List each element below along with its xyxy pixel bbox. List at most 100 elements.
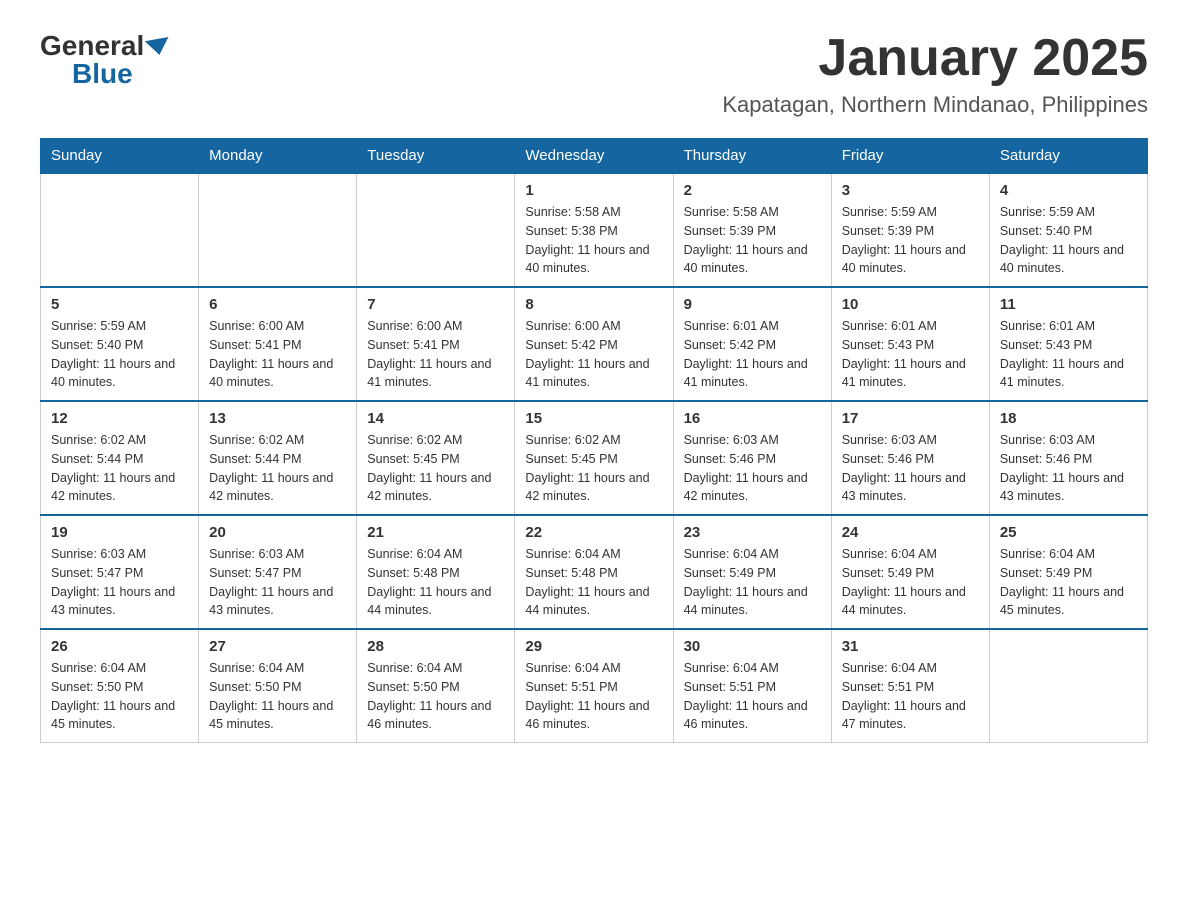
calendar-day-14: 14 Sunrise: 6:02 AMSunset: 5:45 PMDayligh… <box>357 401 515 515</box>
calendar-day-27: 27 Sunrise: 6:04 AMSunset: 5:50 PMDayligh… <box>199 629 357 743</box>
day-info: Sunrise: 5:59 AMSunset: 5:40 PMDaylight:… <box>51 317 188 392</box>
location-title: Kapatagan, Northern Mindanao, Philippine… <box>722 92 1148 118</box>
day-info: Sunrise: 6:03 AMSunset: 5:46 PMDaylight:… <box>1000 431 1137 506</box>
day-info: Sunrise: 6:04 AMSunset: 5:49 PMDaylight:… <box>684 545 821 620</box>
weekday-header-monday: Monday <box>199 139 357 174</box>
calendar-day-10: 10 Sunrise: 6:01 AMSunset: 5:43 PMDayligh… <box>831 287 989 401</box>
day-info: Sunrise: 6:04 AMSunset: 5:51 PMDaylight:… <box>525 659 662 734</box>
day-number: 1 <box>525 182 662 199</box>
day-number: 27 <box>209 638 346 655</box>
calendar-day-3: 3Sunrise: 5:59 AMSunset: 5:39 PMDaylight… <box>831 173 989 287</box>
day-info: Sunrise: 6:03 AMSunset: 5:47 PMDaylight:… <box>51 545 188 620</box>
calendar-table: SundayMondayTuesdayWednesdayThursdayFrid… <box>40 138 1148 743</box>
calendar-week-row: 19 Sunrise: 6:03 AMSunset: 5:47 PMDayligh… <box>41 515 1148 629</box>
calendar-day-31: 31 Sunrise: 6:04 AMSunset: 5:51 PMDayligh… <box>831 629 989 743</box>
calendar-day-17: 17Sunrise: 6:03 AMSunset: 5:46 PMDayligh… <box>831 401 989 515</box>
day-info: Sunrise: 6:04 AMSunset: 5:51 PMDaylight:… <box>684 659 821 734</box>
day-number: 14 <box>367 410 504 427</box>
day-info: Sunrise: 6:02 AMSunset: 5:44 PMDaylight:… <box>209 431 346 506</box>
day-number: 22 <box>525 524 662 541</box>
day-number: 31 <box>842 638 979 655</box>
calendar-day-15: 15 Sunrise: 6:02 AMSunset: 5:45 PMDayligh… <box>515 401 673 515</box>
day-number: 5 <box>51 296 188 313</box>
day-number: 11 <box>1000 296 1137 313</box>
calendar-day-12: 12Sunrise: 6:02 AMSunset: 5:44 PMDayligh… <box>41 401 199 515</box>
day-info: Sunrise: 6:01 AMSunset: 5:43 PMDaylight:… <box>1000 317 1137 392</box>
day-info: Sunrise: 6:04 AMSunset: 5:50 PMDaylight:… <box>209 659 346 734</box>
day-number: 20 <box>209 524 346 541</box>
day-info: Sunrise: 6:03 AMSunset: 5:47 PMDaylight:… <box>209 545 346 620</box>
calendar-empty-cell <box>41 173 199 287</box>
day-number: 25 <box>1000 524 1137 541</box>
calendar-day-9: 9 Sunrise: 6:01 AMSunset: 5:42 PMDaylight… <box>673 287 831 401</box>
day-number: 23 <box>684 524 821 541</box>
day-info: Sunrise: 6:03 AMSunset: 5:46 PMDaylight:… <box>684 431 821 506</box>
calendar-empty-cell <box>357 173 515 287</box>
logo-triangle-icon <box>145 37 171 57</box>
day-info: Sunrise: 6:04 AMSunset: 5:51 PMDaylight:… <box>842 659 979 734</box>
logo: General Blue <box>40 30 170 90</box>
calendar-header-row: SundayMondayTuesdayWednesdayThursdayFrid… <box>41 139 1148 174</box>
day-number: 2 <box>684 182 821 199</box>
calendar-day-19: 19 Sunrise: 6:03 AMSunset: 5:47 PMDayligh… <box>41 515 199 629</box>
day-number: 16 <box>684 410 821 427</box>
calendar-day-28: 28Sunrise: 6:04 AMSunset: 5:50 PMDayligh… <box>357 629 515 743</box>
day-info: Sunrise: 5:58 AMSunset: 5:39 PMDaylight:… <box>684 203 821 278</box>
day-info: Sunrise: 6:00 AMSunset: 5:41 PMDaylight:… <box>209 317 346 392</box>
weekday-header-tuesday: Tuesday <box>357 139 515 174</box>
calendar-day-24: 24 Sunrise: 6:04 AMSunset: 5:49 PMDayligh… <box>831 515 989 629</box>
month-title: January 2025 <box>722 30 1148 87</box>
day-info: Sunrise: 6:04 AMSunset: 5:48 PMDaylight:… <box>525 545 662 620</box>
calendar-day-11: 11 Sunrise: 6:01 AMSunset: 5:43 PMDayligh… <box>989 287 1147 401</box>
day-number: 30 <box>684 638 821 655</box>
weekday-header-thursday: Thursday <box>673 139 831 174</box>
calendar-day-5: 5 Sunrise: 5:59 AMSunset: 5:40 PMDaylight… <box>41 287 199 401</box>
day-number: 26 <box>51 638 188 655</box>
calendar-day-8: 8Sunrise: 6:00 AMSunset: 5:42 PMDaylight… <box>515 287 673 401</box>
calendar-week-row: 26 Sunrise: 6:04 AMSunset: 5:50 PMDayligh… <box>41 629 1148 743</box>
calendar-day-16: 16 Sunrise: 6:03 AMSunset: 5:46 PMDayligh… <box>673 401 831 515</box>
day-info: Sunrise: 6:04 AMSunset: 5:49 PMDaylight:… <box>1000 545 1137 620</box>
calendar-day-29: 29Sunrise: 6:04 AMSunset: 5:51 PMDayligh… <box>515 629 673 743</box>
calendar-day-30: 30 Sunrise: 6:04 AMSunset: 5:51 PMDayligh… <box>673 629 831 743</box>
day-info: Sunrise: 6:04 AMSunset: 5:50 PMDaylight:… <box>367 659 504 734</box>
day-number: 13 <box>209 410 346 427</box>
calendar-week-row: 5 Sunrise: 5:59 AMSunset: 5:40 PMDaylight… <box>41 287 1148 401</box>
day-number: 15 <box>525 410 662 427</box>
day-info: Sunrise: 6:01 AMSunset: 5:43 PMDaylight:… <box>842 317 979 392</box>
logo-blue-text <box>144 39 170 53</box>
day-number: 12 <box>51 410 188 427</box>
weekday-header-sunday: Sunday <box>41 139 199 174</box>
calendar-day-6: 6 Sunrise: 6:00 AMSunset: 5:41 PMDaylight… <box>199 287 357 401</box>
page-header: General Blue January 2025 Kapatagan, Nor… <box>40 30 1148 118</box>
day-number: 4 <box>1000 182 1137 199</box>
calendar-empty-cell <box>199 173 357 287</box>
day-number: 6 <box>209 296 346 313</box>
calendar-week-row: 12 Sunrise: 6:02 AMSunset: 5:44 PMDayligh… <box>41 401 1148 515</box>
calendar-day-18: 18 Sunrise: 6:03 AMSunset: 5:46 PMDayligh… <box>989 401 1147 515</box>
calendar-week-row: 1 Sunrise: 5:58 AMSunset: 5:38 PMDaylight… <box>41 173 1148 287</box>
weekday-header-friday: Friday <box>831 139 989 174</box>
day-number: 7 <box>367 296 504 313</box>
day-info: Sunrise: 5:59 AMSunset: 5:40 PMDaylight:… <box>1000 203 1137 278</box>
day-number: 18 <box>1000 410 1137 427</box>
day-number: 3 <box>842 182 979 199</box>
day-number: 19 <box>51 524 188 541</box>
day-info: Sunrise: 6:01 AMSunset: 5:42 PMDaylight:… <box>684 317 821 392</box>
day-info: Sunrise: 6:04 AMSunset: 5:49 PMDaylight:… <box>842 545 979 620</box>
calendar-day-4: 4 Sunrise: 5:59 AMSunset: 5:40 PMDaylight… <box>989 173 1147 287</box>
day-info: Sunrise: 6:02 AMSunset: 5:45 PMDaylight:… <box>367 431 504 506</box>
day-info: Sunrise: 6:04 AMSunset: 5:50 PMDaylight:… <box>51 659 188 734</box>
calendar-day-25: 25 Sunrise: 6:04 AMSunset: 5:49 PMDayligh… <box>989 515 1147 629</box>
calendar-day-13: 13 Sunrise: 6:02 AMSunset: 5:44 PMDayligh… <box>199 401 357 515</box>
calendar-day-23: 23 Sunrise: 6:04 AMSunset: 5:49 PMDayligh… <box>673 515 831 629</box>
logo-blue-label: Blue <box>72 58 133 89</box>
day-number: 24 <box>842 524 979 541</box>
day-number: 17 <box>842 410 979 427</box>
day-number: 9 <box>684 296 821 313</box>
day-number: 10 <box>842 296 979 313</box>
calendar-day-2: 2 Sunrise: 5:58 AMSunset: 5:39 PMDaylight… <box>673 173 831 287</box>
day-info: Sunrise: 6:00 AMSunset: 5:42 PMDaylight:… <box>525 317 662 392</box>
day-info: Sunrise: 5:58 AMSunset: 5:38 PMDaylight:… <box>525 203 662 278</box>
day-info: Sunrise: 6:02 AMSunset: 5:45 PMDaylight:… <box>525 431 662 506</box>
